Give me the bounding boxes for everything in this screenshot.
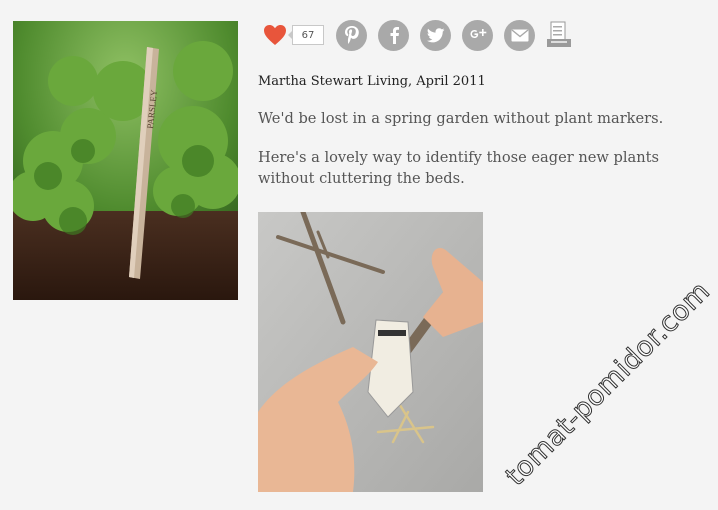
- parsley-marker-photo: PARSLEY: [13, 21, 238, 300]
- article-paragraph-1: We'd be lost in a spring garden without …: [258, 110, 664, 127]
- article-source: Martha Stewart Living, April 2011: [258, 74, 486, 89]
- watermark: tomat-pomidor.com: [499, 275, 717, 492]
- social-share-bar: 67: [262, 18, 573, 52]
- google-plus-icon[interactable]: [462, 19, 493, 51]
- like-count: 67: [288, 25, 324, 45]
- facebook-icon[interactable]: [378, 19, 409, 51]
- peeling-twig-photo: [258, 212, 483, 492]
- twitter-icon[interactable]: [420, 19, 451, 51]
- email-icon[interactable]: [504, 19, 535, 51]
- pinterest-icon[interactable]: [336, 19, 367, 51]
- article-paragraph-2: Here's a lovely way to identify those ea…: [258, 149, 659, 187]
- heart-icon[interactable]: [262, 23, 288, 47]
- print-icon[interactable]: [545, 20, 573, 50]
